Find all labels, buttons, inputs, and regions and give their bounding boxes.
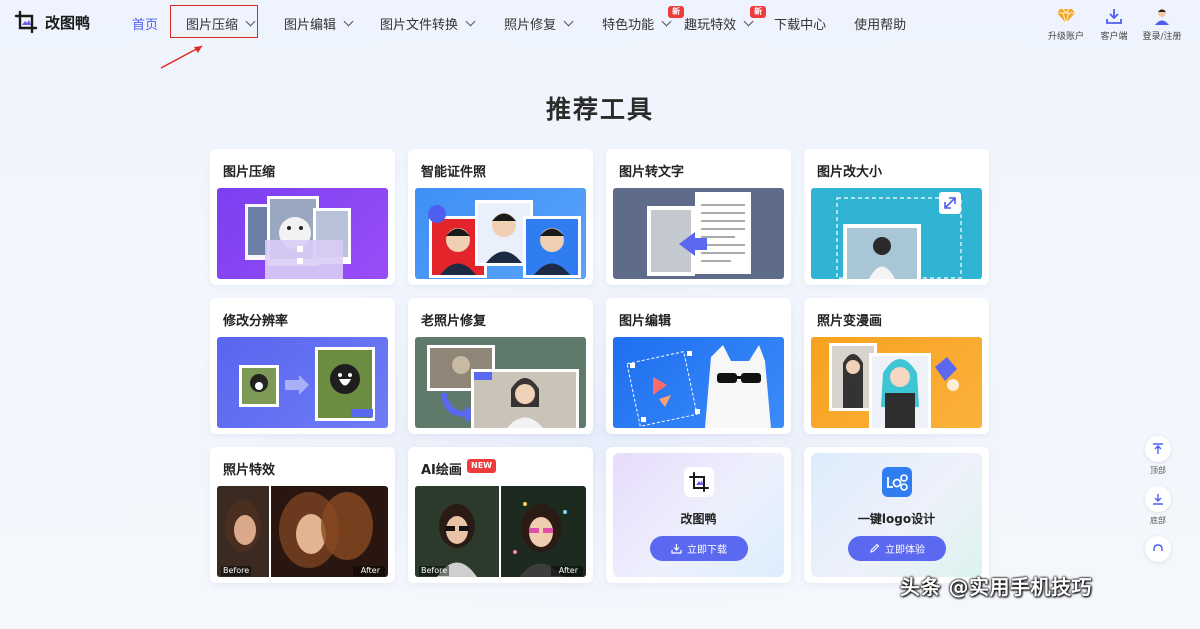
- headset-icon: [1145, 536, 1171, 562]
- nav-download-center[interactable]: 下载中心: [774, 0, 826, 46]
- app-name: 改图鸭: [45, 13, 91, 32]
- floating-side-tools: 顶部 底部: [1143, 436, 1173, 572]
- new-badge: 新: [750, 6, 767, 18]
- to-top-icon: [1145, 436, 1171, 462]
- tool-card-image-to-text[interactable]: 图片转文字: [606, 149, 791, 285]
- diamond-icon: [1056, 6, 1076, 26]
- header-tools: 升级账户 客户端 登录/注册: [1042, 6, 1186, 42]
- tool-card-resolution[interactable]: 修改分辨率: [210, 298, 395, 434]
- download-icon: [1104, 6, 1124, 26]
- after-label: After: [558, 566, 578, 575]
- watermark-overlay: 头条 @实用手机技巧: [900, 575, 1092, 599]
- tool-card-image-edit[interactable]: 图片编辑: [606, 298, 791, 434]
- new-badge: 新: [668, 6, 685, 18]
- nav-image-edit[interactable]: 图片编辑: [284, 0, 354, 46]
- nav-photo-repair[interactable]: 照片修复: [504, 0, 574, 46]
- customer-service-button[interactable]: [1143, 536, 1173, 562]
- after-label: After: [360, 566, 380, 575]
- nav-fun-effects[interactable]: 趣玩特效 新: [684, 0, 767, 46]
- tool-card-image-compress[interactable]: 图片压缩: [210, 149, 395, 285]
- before-label: Before: [223, 566, 250, 575]
- try-now-button[interactable]: 立即体验: [848, 536, 946, 561]
- highlight-box: [170, 5, 258, 38]
- tool-thumbnail: Before After: [217, 486, 388, 577]
- page-title: 推荐工具: [545, 95, 654, 124]
- tool-thumbnail: [811, 337, 982, 428]
- promo-card-app: 改图鸭 立即下载: [606, 447, 791, 583]
- login-register-button[interactable]: 登录/注册: [1138, 6, 1186, 42]
- to-bottom-button[interactable]: 底部: [1143, 486, 1173, 526]
- pencil-icon: [870, 543, 880, 553]
- logo-icon: [14, 10, 38, 34]
- tool-thumbnail: [415, 337, 586, 428]
- user-avatar-icon: [1152, 6, 1172, 26]
- tool-thumbnail: [217, 337, 388, 428]
- app-logo-icon: [684, 467, 714, 497]
- upgrade-account-button[interactable]: 升级账户: [1042, 6, 1090, 42]
- tool-thumbnail: [217, 188, 388, 279]
- tool-card-ai-painting[interactable]: AI绘画 NEW Before After: [408, 447, 593, 583]
- tool-thumbnail: [811, 188, 982, 279]
- tool-card-photo-effects[interactable]: 照片特效 Before After: [210, 447, 395, 583]
- download-now-button[interactable]: 立即下载: [650, 536, 748, 561]
- tool-card-old-photo-repair[interactable]: 老照片修复: [408, 298, 593, 434]
- annotation-arrow-icon: [160, 45, 203, 69]
- chevron-down-icon: [563, 16, 574, 26]
- nav-features[interactable]: 特色功能 新: [602, 0, 685, 46]
- chevron-down-icon: [465, 16, 476, 26]
- nav-help[interactable]: 使用帮助: [854, 0, 906, 46]
- promo-card-logo-design: 一键logo设计 立即体验: [804, 447, 989, 583]
- new-tag: NEW: [467, 459, 496, 473]
- download-icon: [671, 544, 682, 554]
- app-logo[interactable]: 改图鸭: [14, 10, 90, 34]
- tool-thumbnail: [613, 337, 784, 428]
- client-download-button[interactable]: 客户端: [1090, 6, 1138, 42]
- tool-card-id-photo[interactable]: 智能证件照: [408, 149, 593, 285]
- nav-home[interactable]: 首页: [132, 0, 158, 46]
- before-label: Before: [421, 566, 448, 575]
- tool-card-resize[interactable]: 图片改大小: [804, 149, 989, 285]
- chevron-down-icon: [343, 16, 354, 26]
- tool-thumbnail: Before After: [415, 486, 586, 577]
- tool-thumbnail: [415, 188, 586, 279]
- to-top-button[interactable]: 顶部: [1143, 436, 1173, 476]
- nav-file-convert[interactable]: 图片文件转换: [380, 0, 476, 46]
- logo-design-icon: [882, 467, 912, 497]
- tool-thumbnail: [613, 188, 784, 279]
- tools-grid: 图片压缩 智能证件照 图片转文字 图片改大小 修改分辨率 老照片修复 图片编辑 …: [210, 149, 990, 585]
- to-bottom-icon: [1145, 486, 1171, 512]
- tool-card-photo-to-comic[interactable]: 照片变漫画: [804, 298, 989, 434]
